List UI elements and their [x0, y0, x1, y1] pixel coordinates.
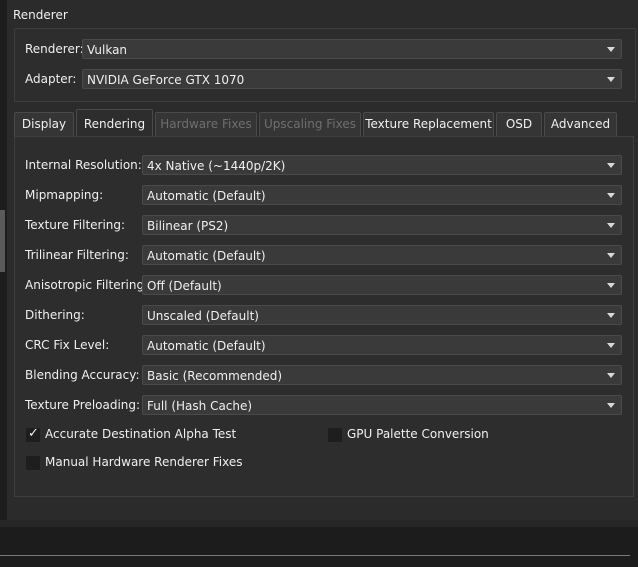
renderer-group: Renderer: Vulkan Adapter: NVIDIA GeForce…: [14, 28, 636, 102]
setting-label: Anisotropic Filtering:: [25, 278, 149, 292]
chevron-down-icon: [607, 193, 615, 198]
setting-label: Trilinear Filtering:: [25, 248, 129, 262]
tab-advanced[interactable]: Advanced: [544, 112, 617, 136]
tab-texture-replacement-label: Texture Replacement: [365, 117, 492, 131]
texture-filtering-select[interactable]: Bilinear (PS2): [142, 215, 622, 235]
checkbox-box: [26, 456, 40, 470]
chevron-down-icon: [607, 313, 615, 318]
setting-label: Texture Filtering:: [25, 218, 126, 232]
setting-value: Unscaled (Default): [147, 309, 259, 323]
setting-label: Internal Resolution:: [25, 158, 142, 172]
tab-display-label: Display: [21, 117, 67, 131]
setting-value: Full (Hash Cache): [147, 399, 253, 413]
setting-row-texture-preloading: Texture Preloading: Full (Hash Cache): [15, 395, 635, 417]
adapter-row: Adapter: NVIDIA GeForce GTX 1070: [15, 69, 635, 91]
rendering-tab-panel: Internal Resolution: 4x Native (~1440p/2…: [14, 136, 634, 497]
chevron-down-icon: [607, 77, 615, 82]
trilinear-filtering-select[interactable]: Automatic (Default): [142, 245, 622, 265]
tab-hardware-fixes[interactable]: Hardware Fixes: [155, 112, 257, 136]
tab-upscaling-fixes-label: Upscaling Fixes: [263, 117, 357, 131]
texture-preloading-select[interactable]: Full (Hash Cache): [142, 395, 622, 415]
tab-texture-replacement[interactable]: Texture Replacement: [363, 112, 494, 136]
chevron-down-icon: [607, 373, 615, 378]
checkbox-label: GPU Palette Conversion: [347, 427, 489, 441]
tab-rendering-label: Rendering: [83, 117, 146, 131]
setting-label: Blending Accuracy:: [25, 368, 140, 382]
setting-value: Off (Default): [147, 279, 222, 293]
renderer-label: Renderer:: [25, 42, 84, 56]
blending-accuracy-select[interactable]: Basic (Recommended): [142, 365, 622, 385]
internal-resolution-select[interactable]: 4x Native (~1440p/2K): [142, 155, 622, 175]
setting-row-texture-filtering: Texture Filtering: Bilinear (PS2): [15, 215, 635, 237]
checkbox-box: ✓: [26, 426, 40, 442]
chevron-down-icon: [607, 223, 615, 228]
crc-fix-level-select[interactable]: Automatic (Default): [142, 335, 622, 355]
adapter-select[interactable]: NVIDIA GeForce GTX 1070: [82, 69, 622, 89]
checkbox-box: [328, 428, 342, 442]
setting-value: 4x Native (~1440p/2K): [147, 159, 286, 173]
setting-label: Dithering:: [25, 308, 85, 322]
setting-row-trilinear-filtering: Trilinear Filtering: Automatic (Default): [15, 245, 635, 267]
bottom-separator: [0, 520, 638, 527]
setting-row-crc-fix-level: CRC Fix Level: Automatic (Default): [15, 335, 635, 357]
renderer-group-title: Renderer: [13, 8, 68, 22]
setting-label: Mipmapping:: [25, 188, 104, 202]
checkmark-icon: ✓: [28, 426, 39, 441]
dithering-select[interactable]: Unscaled (Default): [142, 305, 622, 325]
tab-upscaling-fixes[interactable]: Upscaling Fixes: [259, 112, 361, 136]
tab-osd-label: OSD: [505, 117, 533, 131]
chevron-down-icon: [607, 47, 615, 52]
setting-value: Automatic (Default): [147, 249, 266, 263]
chevron-down-icon: [607, 163, 615, 168]
setting-value: Basic (Recommended): [147, 369, 283, 383]
tab-osd[interactable]: OSD: [496, 112, 542, 136]
checkbox-label: Accurate Destination Alpha Test: [45, 427, 237, 441]
tab-hardware-fixes-label: Hardware Fixes: [160, 117, 252, 131]
adapter-value: NVIDIA GeForce GTX 1070: [87, 73, 245, 87]
chevron-down-icon: [607, 403, 615, 408]
setting-label: Texture Preloading:: [25, 398, 141, 412]
renderer-row: Renderer: Vulkan: [15, 39, 635, 61]
chevron-down-icon: [607, 283, 615, 288]
anisotropic-filtering-select[interactable]: Off (Default): [142, 275, 622, 295]
setting-value: Automatic (Default): [147, 189, 266, 203]
tab-display[interactable]: Display: [14, 112, 74, 136]
renderer-select[interactable]: Vulkan: [82, 39, 622, 59]
setting-value: Bilinear (PS2): [147, 219, 229, 233]
checkbox-label: Manual Hardware Renderer Fixes: [45, 455, 243, 469]
adapter-label: Adapter:: [25, 72, 77, 86]
bottom-bar: [0, 527, 638, 567]
left-edge-strip: [0, 0, 7, 520]
mipmapping-select[interactable]: Automatic (Default): [142, 185, 622, 205]
chevron-down-icon: [607, 253, 615, 258]
bottom-divider-line: [0, 555, 630, 556]
setting-row-blending-accuracy: Blending Accuracy: Basic (Recommended): [15, 365, 635, 387]
setting-row-dithering: Dithering: Unscaled (Default): [15, 305, 635, 327]
tab-rendering[interactable]: Rendering: [76, 109, 153, 137]
setting-row-mipmapping: Mipmapping: Automatic (Default): [15, 185, 635, 207]
chevron-down-icon: [607, 343, 615, 348]
setting-row-internal-resolution: Internal Resolution: 4x Native (~1440p/2…: [15, 155, 635, 177]
setting-value: Automatic (Default): [147, 339, 266, 353]
setting-label: CRC Fix Level:: [25, 338, 110, 352]
renderer-value: Vulkan: [87, 43, 128, 57]
setting-row-anisotropic-filtering: Anisotropic Filtering: Off (Default): [15, 275, 635, 297]
scroll-indicator: [0, 210, 5, 272]
tab-advanced-label: Advanced: [550, 117, 611, 131]
